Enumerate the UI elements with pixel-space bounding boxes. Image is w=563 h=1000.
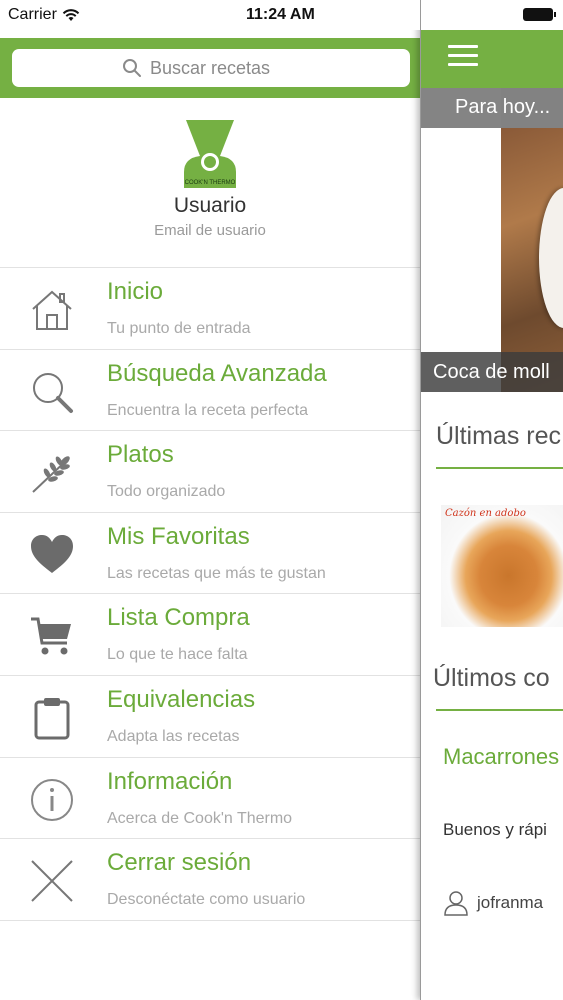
menu-item-lista-compra[interactable]: Lista Compra Lo que te hace falta bbox=[0, 594, 420, 676]
menu-item-subtitle: Adapta las recetas bbox=[107, 727, 240, 745]
hamburger-menu-icon[interactable] bbox=[448, 45, 478, 69]
menu-item-subtitle: Tu punto de entrada bbox=[107, 320, 251, 337]
menu-item-title: Lista Compra bbox=[107, 604, 250, 632]
menu-item-title: Búsqueda Avanzada bbox=[107, 359, 327, 387]
magnifier-icon bbox=[28, 368, 76, 416]
menu-item-equivalencias[interactable]: Equivalencias Adapta las recetas bbox=[0, 676, 420, 758]
user-email: Email de usuario bbox=[154, 222, 266, 239]
recipe-image-label: Cazón en adobo bbox=[445, 508, 526, 519]
menu-item-subtitle: Encuentra la receta perfecta bbox=[107, 401, 309, 419]
user-icon bbox=[444, 891, 468, 916]
menu-item-cerrar-sesion[interactable]: Cerrar sesión Desconéctate como usuario bbox=[0, 839, 420, 921]
carrier-indicator: Carrier bbox=[8, 6, 80, 24]
content-status-bar bbox=[421, 0, 563, 30]
menu-item-platos[interactable]: Platos Todo organizado bbox=[0, 431, 420, 513]
carrier-label: Carrier bbox=[8, 6, 57, 23]
status-bar: Carrier 11:24 AM bbox=[0, 0, 420, 30]
menu-item-mis-favoritas[interactable]: Mis Favoritas Las recetas que más te gus… bbox=[0, 513, 420, 595]
svg-text:COOK'N THERMO: COOK'N THERMO bbox=[185, 180, 236, 186]
menu-item-subtitle: Desconéctate como usuario bbox=[107, 891, 306, 909]
menu-item-subtitle: Acerca de Cook'n Thermo bbox=[107, 809, 293, 827]
search-box[interactable] bbox=[12, 49, 410, 87]
menu-item-subtitle: Todo organizado bbox=[107, 483, 226, 501]
content-nav-bar bbox=[421, 30, 563, 88]
menu-item-subtitle: Las recetas que más te gustan bbox=[107, 564, 326, 582]
status-time: 11:24 AM bbox=[246, 6, 315, 23]
recipe-card[interactable]: Cazón en adobo bbox=[441, 505, 563, 627]
search-input[interactable] bbox=[150, 57, 300, 79]
cookn-thermo-logo: COOK'N THERMO bbox=[184, 120, 236, 188]
menu-item-busqueda-avanzada[interactable]: Búsqueda Avanzada Encuentra la receta pe… bbox=[0, 350, 420, 432]
heart-icon bbox=[28, 531, 76, 579]
menu-item-inicio[interactable]: Inicio Tu punto de entrada bbox=[0, 268, 420, 350]
info-icon bbox=[28, 776, 76, 824]
menu-item-title: Información bbox=[107, 767, 233, 795]
main-content-panel[interactable]: Para hoy... Coca de moll Últimas rec Caz… bbox=[420, 0, 563, 1000]
clipboard-icon bbox=[28, 694, 76, 742]
hero-background bbox=[421, 88, 501, 392]
comment-author-name: jofranma bbox=[477, 893, 544, 912]
menu-item-title: Inicio bbox=[107, 278, 164, 305]
wifi-icon bbox=[62, 8, 80, 21]
featured-recipe[interactable]: Para hoy... Coca de moll bbox=[421, 88, 563, 392]
recipe-image bbox=[441, 505, 563, 627]
comment-author: jofranma bbox=[443, 890, 543, 916]
side-drawer: Carrier 11:24 AM COOK'N THERMO Usuario bbox=[0, 0, 420, 1000]
menu-item-informacion[interactable]: Información Acerca de Cook'n Thermo bbox=[0, 758, 420, 840]
latest-comments-title: Últimos co bbox=[433, 664, 550, 692]
drawer-menu: Inicio Tu punto de entrada Búsqueda Avan… bbox=[0, 267, 420, 921]
search-bar bbox=[0, 38, 420, 98]
home-icon bbox=[28, 286, 76, 334]
close-icon bbox=[28, 857, 76, 905]
featured-recipe-title: Coca de moll bbox=[433, 361, 550, 383]
user-name: Usuario bbox=[173, 194, 247, 217]
battery-icon bbox=[523, 8, 556, 21]
latest-recipes-title: Últimas rec bbox=[436, 422, 562, 450]
menu-item-subtitle: Lo que te hace falta bbox=[107, 646, 248, 664]
today-banner: Para hoy... bbox=[421, 88, 563, 128]
menu-item-title: Cerrar sesión bbox=[107, 849, 252, 877]
comment-recipe-link[interactable]: Macarrones bbox=[443, 744, 559, 770]
menu-item-title: Platos bbox=[107, 441, 174, 469]
section-divider bbox=[436, 467, 563, 469]
cart-icon bbox=[28, 612, 76, 660]
search-icon bbox=[123, 59, 141, 77]
menu-item-title: Equivalencias bbox=[107, 685, 256, 713]
section-divider bbox=[436, 709, 563, 711]
menu-item-title: Mis Favoritas bbox=[107, 522, 250, 550]
today-label: Para hoy... bbox=[455, 96, 551, 118]
user-profile: COOK'N THERMO Usuario Email de usuario bbox=[0, 118, 420, 268]
wheat-icon bbox=[28, 449, 76, 497]
featured-recipe-caption: Coca de moll bbox=[421, 352, 563, 392]
comment-text: Buenos y rápi bbox=[443, 820, 547, 839]
